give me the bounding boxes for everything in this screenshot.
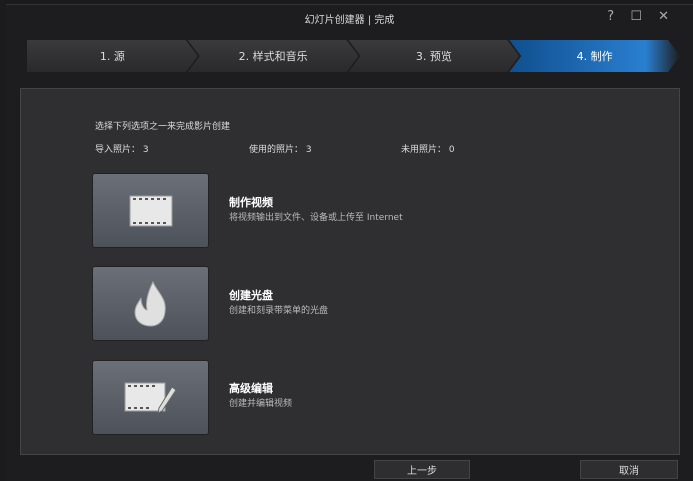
used-photos: 使用的照片： 3 (249, 145, 312, 155)
intro-text: 选择下列选项之一来完成影片创建 (95, 122, 231, 132)
create-disc-desc: 创建和刻录带菜单的光盘 (229, 306, 329, 316)
make-video-button[interactable] (92, 173, 209, 248)
step-source[interactable]: 1. 源 (27, 40, 198, 72)
advanced-edit-button[interactable] (92, 360, 209, 435)
step-produce[interactable]: 4. 制作 (509, 40, 680, 72)
cancel-button[interactable]: 取消 (580, 460, 678, 479)
window-controls[interactable]: ? ☐ ✕ (607, 9, 675, 24)
make-video-desc: 将视频输出到文件、设备或上传至 Internet (229, 213, 403, 223)
film-icon (129, 195, 172, 226)
make-video-title: 制作视频 (229, 196, 273, 209)
advanced-edit-desc: 创建并编辑视频 (229, 399, 293, 409)
step-preview[interactable]: 3. 预览 (349, 40, 520, 72)
create-disc-button[interactable] (92, 266, 209, 341)
flame-icon (133, 280, 166, 327)
window-title: 幻灯片创建器 | 完成 (304, 15, 395, 26)
film-edit-icon (124, 382, 177, 414)
produce-panel: 选择下列选项之一来完成影片创建 导入照片： 3 使用的照片： 3 未用照片： 0… (20, 88, 680, 455)
unused-photos: 未用照片： 0 (401, 145, 455, 155)
create-disc-title: 创建光盘 (229, 289, 273, 302)
advanced-edit-title: 高级编辑 (229, 382, 273, 395)
imported-photos: 导入照片： 3 (95, 145, 149, 155)
wizard-steps: 1. 源 2. 样式和音乐 3. 预览 4. 制作 (27, 40, 670, 72)
back-button[interactable]: 上一步 (374, 460, 470, 479)
step-style-music[interactable]: 2. 样式和音乐 (188, 40, 359, 72)
